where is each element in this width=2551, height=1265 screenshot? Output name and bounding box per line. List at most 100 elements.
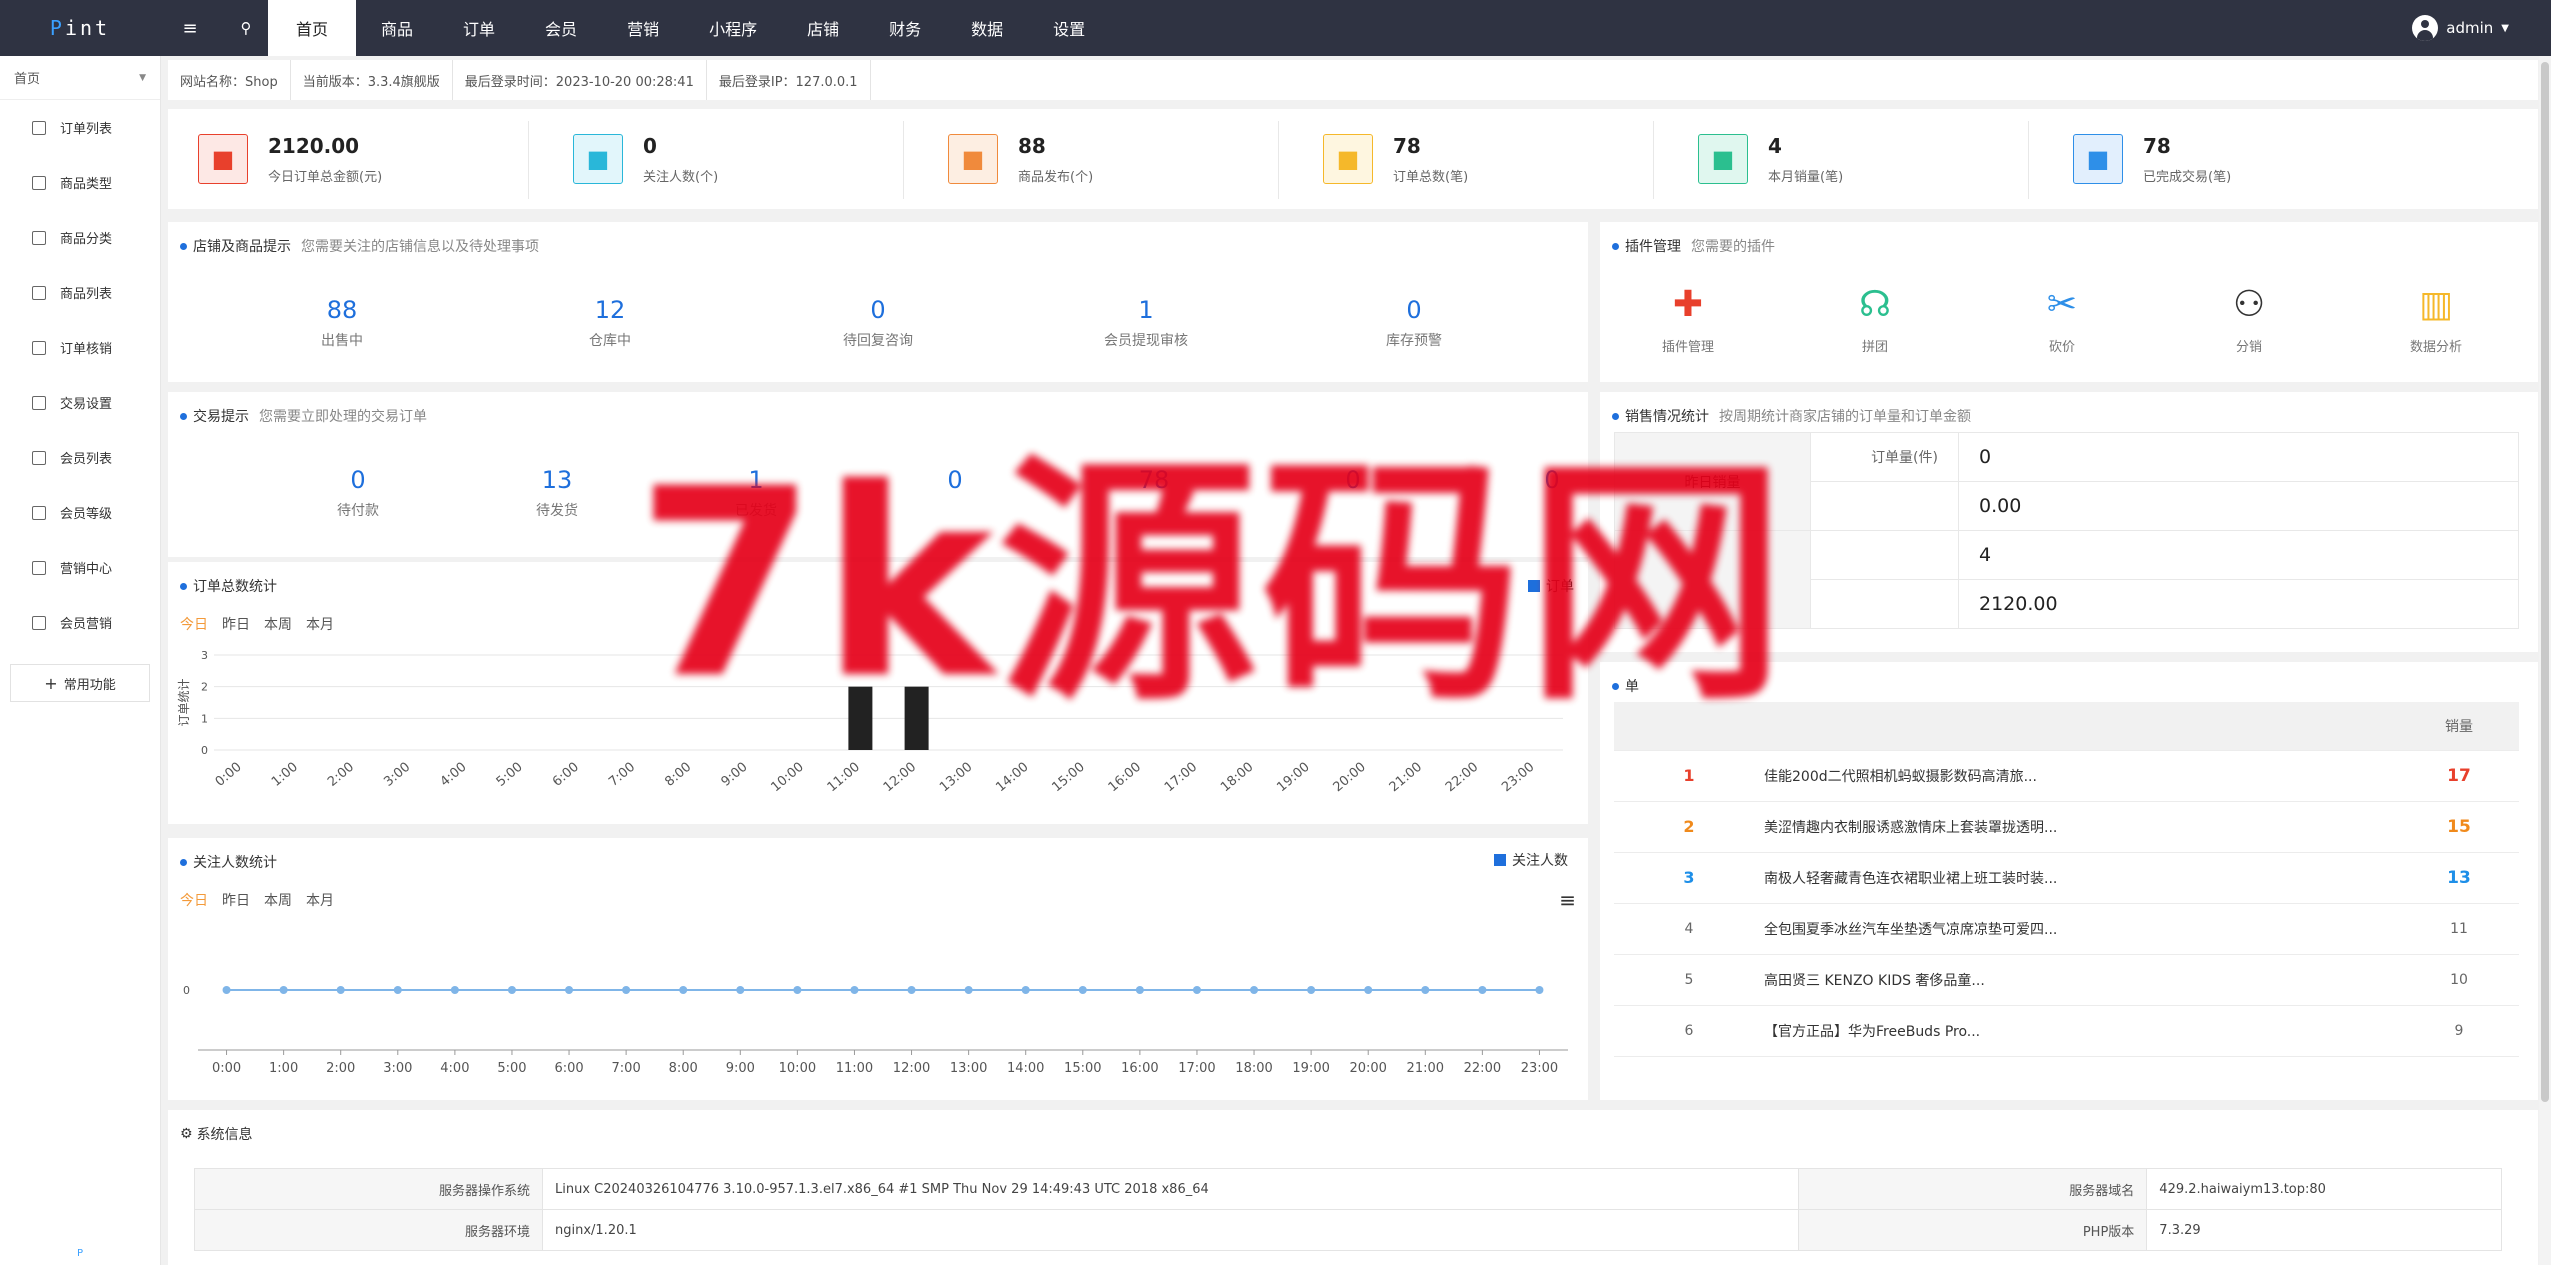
data-point[interactable] xyxy=(222,986,231,994)
stat-card[interactable]: ■ 0 关注人数(个) xyxy=(573,109,718,209)
shop-tip-item[interactable]: 1 会员提现审核 xyxy=(1066,296,1226,350)
sidebar-item[interactable]: 订单核销 xyxy=(0,320,160,375)
top-nav-item[interactable]: 首页 xyxy=(268,0,357,56)
search-icon[interactable]: ⚲ xyxy=(234,16,258,40)
ranking-row[interactable]: 4 全包围夏季冰丝汽车坐垫透气凉席凉垫可爱四... 11 xyxy=(1614,903,2519,955)
top-nav-item[interactable]: 营销 xyxy=(602,0,684,56)
data-point[interactable] xyxy=(850,986,859,994)
data-point[interactable] xyxy=(1421,986,1430,994)
plugin-item[interactable]: ✚ 插件管理 xyxy=(1618,284,1758,355)
data-point[interactable] xyxy=(1192,986,1201,994)
period-tab[interactable]: 本月 xyxy=(306,617,334,633)
data-point[interactable] xyxy=(450,986,459,994)
bar[interactable] xyxy=(904,686,929,750)
data-point[interactable] xyxy=(507,986,516,994)
stat-card[interactable]: ■ 88 商品发布(个) xyxy=(948,109,1093,209)
period-tab[interactable]: 今日 xyxy=(180,893,208,909)
top-nav-item[interactable]: 设置 xyxy=(1028,0,1110,56)
data-point[interactable] xyxy=(1307,986,1316,994)
common-functions-button[interactable]: + 常用功能 xyxy=(10,664,150,702)
data-point[interactable] xyxy=(793,986,802,994)
trade-tip-item[interactable]: 78 xyxy=(1074,466,1234,500)
sidebar-item[interactable]: 会员营销 xyxy=(0,595,160,650)
plugin-item[interactable]: ▥ 数据分析 xyxy=(2366,284,2506,355)
top-nav-item[interactable]: 店铺 xyxy=(782,0,864,56)
trade-tip-item[interactable]: 0 xyxy=(1273,466,1433,500)
top-nav-item[interactable]: 数据 xyxy=(946,0,1028,56)
period-tab[interactable]: 昨日 xyxy=(222,617,250,633)
menu-toggle-icon[interactable]: ≡ xyxy=(178,16,202,40)
plugin-item[interactable]: ☊ 拼团 xyxy=(1805,284,1945,355)
period-tab[interactable]: 本周 xyxy=(264,893,292,909)
stat-divider xyxy=(1653,121,1654,199)
ranking-row[interactable]: 3 南极人轻奢藏青色连衣裙职业裙上班工装时装... 13 xyxy=(1614,852,2519,904)
ranking-row[interactable]: 6 【官方正品】华为FreeBuds Pro... 9 xyxy=(1614,1005,2519,1057)
top-nav-item[interactable]: 小程序 xyxy=(684,0,782,56)
sidebar-item[interactable]: 会员列表 xyxy=(0,430,160,485)
page-scrollbar[interactable] xyxy=(2539,56,2551,1265)
top-nav-item[interactable]: 商品 xyxy=(356,0,438,56)
data-point[interactable] xyxy=(736,986,745,994)
sidebar-item[interactable]: 商品类型 xyxy=(0,155,160,210)
shop-tip-item[interactable]: 0 库存预警 xyxy=(1334,296,1494,350)
data-point[interactable] xyxy=(1364,986,1373,994)
data-point[interactable] xyxy=(679,986,688,994)
data-point[interactable] xyxy=(565,986,574,994)
shop-tip-item[interactable]: 0 待回复咨询 xyxy=(798,296,958,350)
scrollbar-thumb[interactable] xyxy=(2541,62,2549,1102)
data-point[interactable] xyxy=(1535,986,1544,994)
stat-label: 今日订单总金额(元) xyxy=(268,169,383,185)
stat-card[interactable]: ■ 78 订单总数(笔) xyxy=(1323,109,1468,209)
trade-tip-item[interactable]: 0 待付款 xyxy=(278,466,438,520)
follow-chart-legend[interactable]: 关注人数 xyxy=(1494,850,1568,870)
tip-label: 待付款 xyxy=(337,503,379,519)
data-point[interactable] xyxy=(622,986,631,994)
data-point[interactable] xyxy=(1078,986,1087,994)
top-nav-item[interactable]: 订单 xyxy=(438,0,520,56)
data-point[interactable] xyxy=(1478,986,1487,994)
stat-card[interactable]: ■ 2120.00 今日订单总金额(元) xyxy=(198,109,382,209)
sidebar-item[interactable]: 营销中心 xyxy=(0,540,160,595)
data-point[interactable] xyxy=(907,986,916,994)
sidebar-item[interactable]: 商品列表 xyxy=(0,265,160,320)
period-tab[interactable]: 本月 xyxy=(306,893,334,909)
rank-number: 1 xyxy=(1614,750,1764,802)
period-tab[interactable]: 今日 xyxy=(180,617,208,633)
menu-item-icon xyxy=(32,340,46,355)
logo[interactable]: Pint xyxy=(0,0,160,56)
shop-tip-item[interactable]: 12 仓库中 xyxy=(530,296,690,350)
shop-tip-item[interactable]: 88 出售中 xyxy=(262,296,422,350)
plugin-item[interactable]: ⚇ 分销 xyxy=(2179,284,2319,355)
data-point[interactable] xyxy=(279,986,288,994)
plugin-item[interactable]: ✂ 砍价 xyxy=(1992,284,2132,355)
bar[interactable] xyxy=(848,686,873,750)
top-nav-item[interactable]: 财务 xyxy=(864,0,946,56)
user-menu[interactable]: admin ▼ xyxy=(2412,0,2509,56)
sidebar-item[interactable]: 订单列表 xyxy=(0,100,160,155)
sidebar-home-select[interactable]: 首页 ▼ xyxy=(0,56,160,100)
period-tab[interactable]: 昨日 xyxy=(222,893,250,909)
data-point[interactable] xyxy=(393,986,402,994)
sidebar-item-label: 营销中心 xyxy=(60,562,113,577)
data-point[interactable] xyxy=(336,986,345,994)
trade-tip-item[interactable]: 13 待发货 xyxy=(477,466,637,520)
ranking-row[interactable]: 5 高田贤三 KENZO KIDS 奢侈品童... 10 xyxy=(1614,954,2519,1006)
sidebar-item[interactable]: 交易设置 xyxy=(0,375,160,430)
data-point[interactable] xyxy=(964,986,973,994)
top-nav-item[interactable]: 会员 xyxy=(520,0,602,56)
stat-card[interactable]: ■ 78 已完成交易(笔) xyxy=(2073,109,2231,209)
data-point[interactable] xyxy=(1021,986,1030,994)
ranking-row[interactable]: 2 美涩情趣内衣制服诱惑激情床上套装罩拢透明... 15 xyxy=(1614,801,2519,853)
trade-tip-item[interactable]: 0 xyxy=(875,466,1035,500)
data-point[interactable] xyxy=(1135,986,1144,994)
trade-tip-item[interactable]: 1 已发货 xyxy=(676,466,836,520)
ranking-row[interactable]: 1 佳能200d二代照相机蚂蚁摄影数码高清旅... 17 xyxy=(1614,750,2519,802)
data-point[interactable] xyxy=(1250,986,1259,994)
period-tab[interactable]: 本周 xyxy=(264,617,292,633)
sidebar-item[interactable]: 会员等级 xyxy=(0,485,160,540)
chart-menu-icon[interactable]: ≡ xyxy=(1559,888,1576,912)
rank-number: 5 xyxy=(1614,954,1764,1006)
stat-card[interactable]: ■ 4 本月销量(笔) xyxy=(1698,109,1843,209)
sidebar-item[interactable]: 商品分类 xyxy=(0,210,160,265)
order-chart-legend[interactable]: 订单 xyxy=(1528,576,1574,596)
